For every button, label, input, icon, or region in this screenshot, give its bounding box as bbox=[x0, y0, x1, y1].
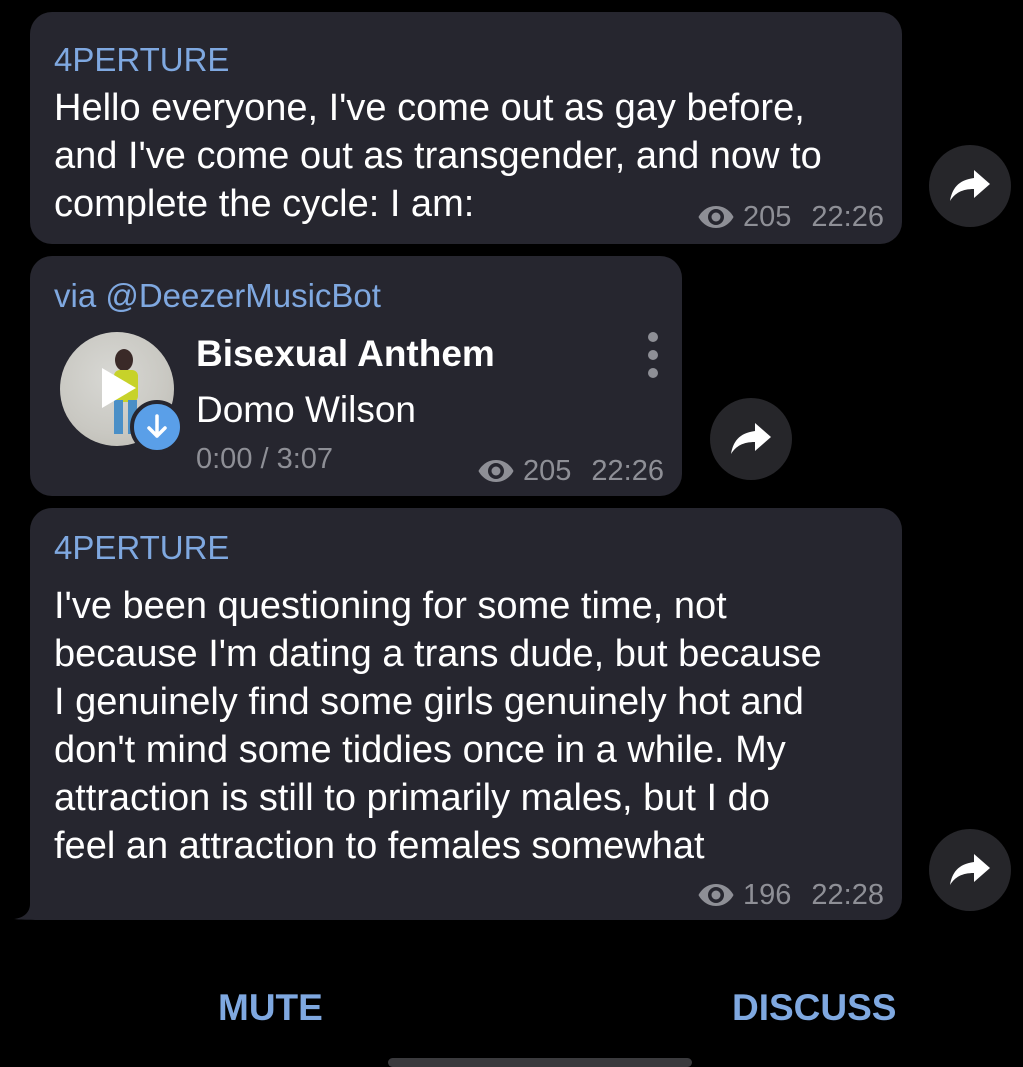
share-arrow-icon bbox=[950, 854, 990, 885]
home-indicator[interactable] bbox=[388, 1058, 692, 1067]
share-button[interactable] bbox=[929, 145, 1011, 227]
message-bubble[interactable]: 4PERTURE I've been questioning for some … bbox=[30, 508, 902, 920]
download-button[interactable] bbox=[130, 400, 184, 454]
view-count: 205 bbox=[523, 455, 572, 487]
discuss-button[interactable]: DISCUSS bbox=[732, 986, 896, 1030]
bubble-tail bbox=[14, 888, 44, 920]
more-vertical-icon[interactable] bbox=[646, 332, 660, 378]
message-time: 22:26 bbox=[811, 201, 884, 233]
audio-message-bubble[interactable]: via @DeezerMusicBot Bisexual Anthem Domo… bbox=[30, 256, 682, 496]
eye-icon bbox=[698, 206, 734, 228]
track-artist: Domo Wilson bbox=[196, 389, 416, 430]
download-arrow-icon bbox=[147, 414, 167, 438]
track-title: Bisexual Anthem bbox=[196, 333, 495, 374]
share-arrow-icon bbox=[950, 170, 990, 201]
message-meta: 205 22:26 bbox=[697, 200, 884, 234]
message-time: 22:26 bbox=[591, 455, 664, 487]
share-button[interactable] bbox=[929, 829, 1011, 911]
message-time: 22:28 bbox=[811, 879, 884, 911]
message-author[interactable]: 4PERTURE bbox=[54, 40, 229, 80]
share-arrow-icon bbox=[731, 423, 771, 454]
mute-button[interactable]: MUTE bbox=[218, 986, 323, 1030]
eye-icon bbox=[478, 460, 514, 482]
view-count: 205 bbox=[743, 201, 792, 233]
message-author[interactable]: 4PERTURE bbox=[54, 528, 229, 568]
message-meta: 196 22:28 bbox=[697, 878, 884, 912]
message-bubble[interactable]: 4PERTURE Hello everyone, I've come out a… bbox=[30, 12, 902, 244]
message-meta: 205 22:26 bbox=[477, 454, 664, 488]
track-duration: 0:00 / 3:07 bbox=[196, 443, 334, 475]
eye-icon bbox=[698, 884, 734, 906]
view-count: 196 bbox=[743, 879, 792, 911]
play-icon bbox=[102, 368, 136, 408]
share-button[interactable] bbox=[710, 398, 792, 480]
message-text: I've been questioning for some time, not… bbox=[54, 585, 822, 867]
via-bot-link[interactable]: via @DeezerMusicBot bbox=[54, 276, 381, 316]
